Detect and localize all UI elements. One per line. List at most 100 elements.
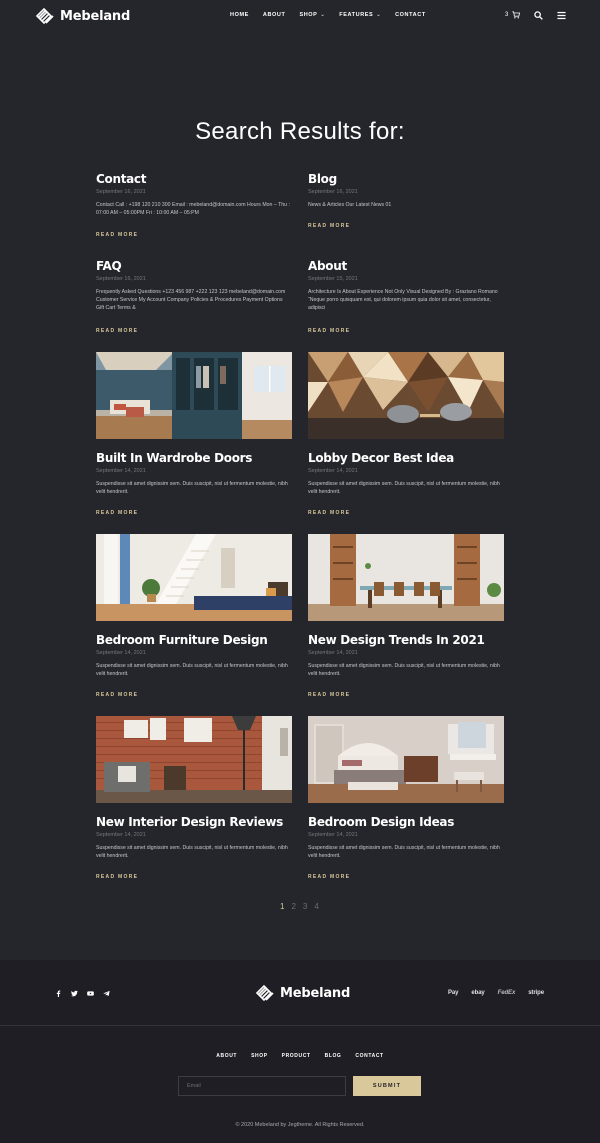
cart-icon[interactable] <box>512 11 520 19</box>
post-date: September 16, 2021 <box>96 189 146 195</box>
youtube-icon[interactable] <box>87 990 94 997</box>
post-excerpt: Suspendisse sit amet dignissim sem. Duis… <box>96 663 288 677</box>
page-link-1[interactable]: 1 <box>280 902 284 911</box>
post-title[interactable]: Built In Wardrobe Doors <box>96 451 292 465</box>
post-title[interactable]: Contact <box>96 172 292 186</box>
post-title[interactable]: Lobby Decor Best Idea <box>308 451 504 465</box>
read-more-link[interactable]: READ MORE <box>96 874 138 880</box>
nav-label: CONTACT <box>395 12 426 18</box>
classic-bedroom-photo[interactable] <box>308 716 504 803</box>
ebay-logo: ebay <box>471 990 485 996</box>
footer-link-about[interactable]: ABOUT <box>216 1053 237 1059</box>
site-logo[interactable]: Mebeland <box>35 7 130 25</box>
post-date: September 14, 2021 <box>308 468 358 474</box>
apple-pay-logo: Pay <box>448 990 458 996</box>
logo-mark-icon <box>35 7 54 25</box>
post-card-interior-reviews: New Interior Design Reviews September 14… <box>96 716 292 886</box>
read-more-link[interactable]: READ MORE <box>308 328 350 334</box>
read-more-link[interactable]: READ MORE <box>96 692 138 698</box>
post-date: September 14, 2021 <box>308 650 358 656</box>
chevron-down-icon: ⌄ <box>320 12 326 18</box>
page-link-4[interactable]: 4 <box>314 902 318 911</box>
post-card-faq: FAQ September 16, 2021 Frequently Asked … <box>96 259 292 339</box>
payment-methods: Pay ebay FedEx stripe <box>448 990 544 996</box>
post-title[interactable]: Bedroom Design Ideas <box>308 815 504 829</box>
post-excerpt: Contact Call : +198 120 210 300 Email : … <box>96 202 290 216</box>
post-excerpt: Suspendisse sit amet dignissim sem. Duis… <box>308 845 500 859</box>
twitter-icon[interactable] <box>71 990 78 997</box>
footer-link-product[interactable]: PRODUCT <box>282 1053 311 1059</box>
footer-link-shop[interactable]: SHOP <box>251 1053 268 1059</box>
newsletter-submit-button[interactable]: SUBMIT <box>353 1076 421 1096</box>
post-excerpt: Suspendisse sit amet dignissim sem. Duis… <box>96 481 288 495</box>
site-header: Mebeland HOME ABOUT SHOP ⌄ FEATURES ⌄ CONT… <box>0 0 600 32</box>
post-title[interactable]: About <box>308 259 504 273</box>
post-date: September 15, 2021 <box>308 276 358 282</box>
nav-label: FEATURES <box>339 12 374 18</box>
bedroom-stairs-photo[interactable] <box>96 534 292 621</box>
post-date: September 14, 2021 <box>308 832 358 838</box>
post-excerpt: Suspendisse sit amet dignissim sem. Duis… <box>308 481 500 495</box>
post-date: September 16, 2021 <box>96 276 146 282</box>
site-footer: Mebeland Pay ebay FedEx stripe ABOUT SHO… <box>0 960 600 1143</box>
post-title[interactable]: Bedroom Furniture Design <box>96 633 292 647</box>
post-date: September 14, 2021 <box>96 832 146 838</box>
footer-link-blog[interactable]: BLOG <box>325 1053 342 1059</box>
pagination: 1 2 3 4 <box>280 902 319 911</box>
logo-text: Mebeland <box>280 985 351 1001</box>
post-card-wardrobe: Built In Wardrobe Doors September 14, 20… <box>96 352 292 522</box>
footer-logo[interactable]: Mebeland <box>255 984 350 1002</box>
read-more-link[interactable]: READ MORE <box>308 223 350 229</box>
logo-mark-icon <box>255 984 274 1002</box>
post-title[interactable]: FAQ <box>96 259 292 273</box>
read-more-link[interactable]: READ MORE <box>96 328 138 334</box>
footer-nav: ABOUT SHOP PRODUCT BLOG CONTACT <box>0 1053 600 1059</box>
telegram-icon[interactable] <box>103 990 110 997</box>
post-excerpt: Suspendisse sit amet dignissim sem. Duis… <box>308 663 500 677</box>
nav-item-shop[interactable]: SHOP ⌄ <box>299 12 325 18</box>
nav-label: HOME <box>230 12 249 18</box>
read-more-link[interactable]: READ MORE <box>308 692 350 698</box>
read-more-link[interactable]: READ MORE <box>96 510 138 516</box>
logo-text: Mebeland <box>60 8 131 24</box>
facebook-icon[interactable] <box>55 990 62 997</box>
copyright-text: © 2020 Mebeland by Jegtheme. All Rights … <box>235 1122 365 1128</box>
post-date: September 14, 2021 <box>96 650 146 656</box>
post-card-bedroom-furniture: Bedroom Furniture Design September 14, 2… <box>96 534 292 704</box>
stripe-logo: stripe <box>528 990 544 996</box>
nav-item-about[interactable]: ABOUT <box>263 12 286 18</box>
post-card-blog: Blog September 16, 2021 News & Articles … <box>308 172 504 232</box>
hamburger-menu-icon[interactable] <box>557 11 566 20</box>
post-title[interactable]: New Interior Design Reviews <box>96 815 292 829</box>
footer-link-contact[interactable]: CONTACT <box>355 1053 383 1059</box>
newsletter-email-input[interactable] <box>178 1076 346 1096</box>
chevron-down-icon: ⌄ <box>376 12 382 18</box>
read-more-link[interactable]: READ MORE <box>96 232 138 238</box>
social-links <box>55 990 110 997</box>
nav-item-contact[interactable]: CONTACT <box>395 12 426 18</box>
nav-label: SHOP <box>299 12 318 18</box>
post-title[interactable]: New Design Trends In 2021 <box>308 633 504 647</box>
nav-item-features[interactable]: FEATURES ⌄ <box>339 12 381 18</box>
page-link-2[interactable]: 2 <box>291 902 295 911</box>
post-excerpt: Architecture Is About Experience Not Onl… <box>308 289 498 311</box>
search-icon[interactable] <box>534 11 543 20</box>
page-link-3[interactable]: 3 <box>303 902 307 911</box>
post-card-design-trends: New Design Trends In 2021 September 14, … <box>308 534 504 704</box>
lobby-wood-wall-photo[interactable] <box>308 352 504 439</box>
post-excerpt: Suspendisse sit amet dignissim sem. Duis… <box>96 845 288 859</box>
post-excerpt: Frequently Asked Questions +123 456 987 … <box>96 289 286 311</box>
wardrobe-bedroom-photo[interactable] <box>96 352 292 439</box>
page-title: Search Results for: <box>195 118 405 145</box>
post-date: September 14, 2021 <box>96 468 146 474</box>
payment-label: Pay <box>448 990 459 996</box>
read-more-link[interactable]: READ MORE <box>308 510 350 516</box>
dining-room-photo[interactable] <box>308 534 504 621</box>
main-nav: HOME ABOUT SHOP ⌄ FEATURES ⌄ CONTACT <box>230 12 440 18</box>
post-title[interactable]: Blog <box>308 172 504 186</box>
brick-wall-chair-photo[interactable] <box>96 716 292 803</box>
read-more-link[interactable]: READ MORE <box>308 874 350 880</box>
post-card-lobby: Lobby Decor Best Idea September 14, 2021… <box>308 352 504 522</box>
nav-item-home[interactable]: HOME <box>230 12 249 18</box>
fedex-logo: FedEx <box>497 990 516 996</box>
